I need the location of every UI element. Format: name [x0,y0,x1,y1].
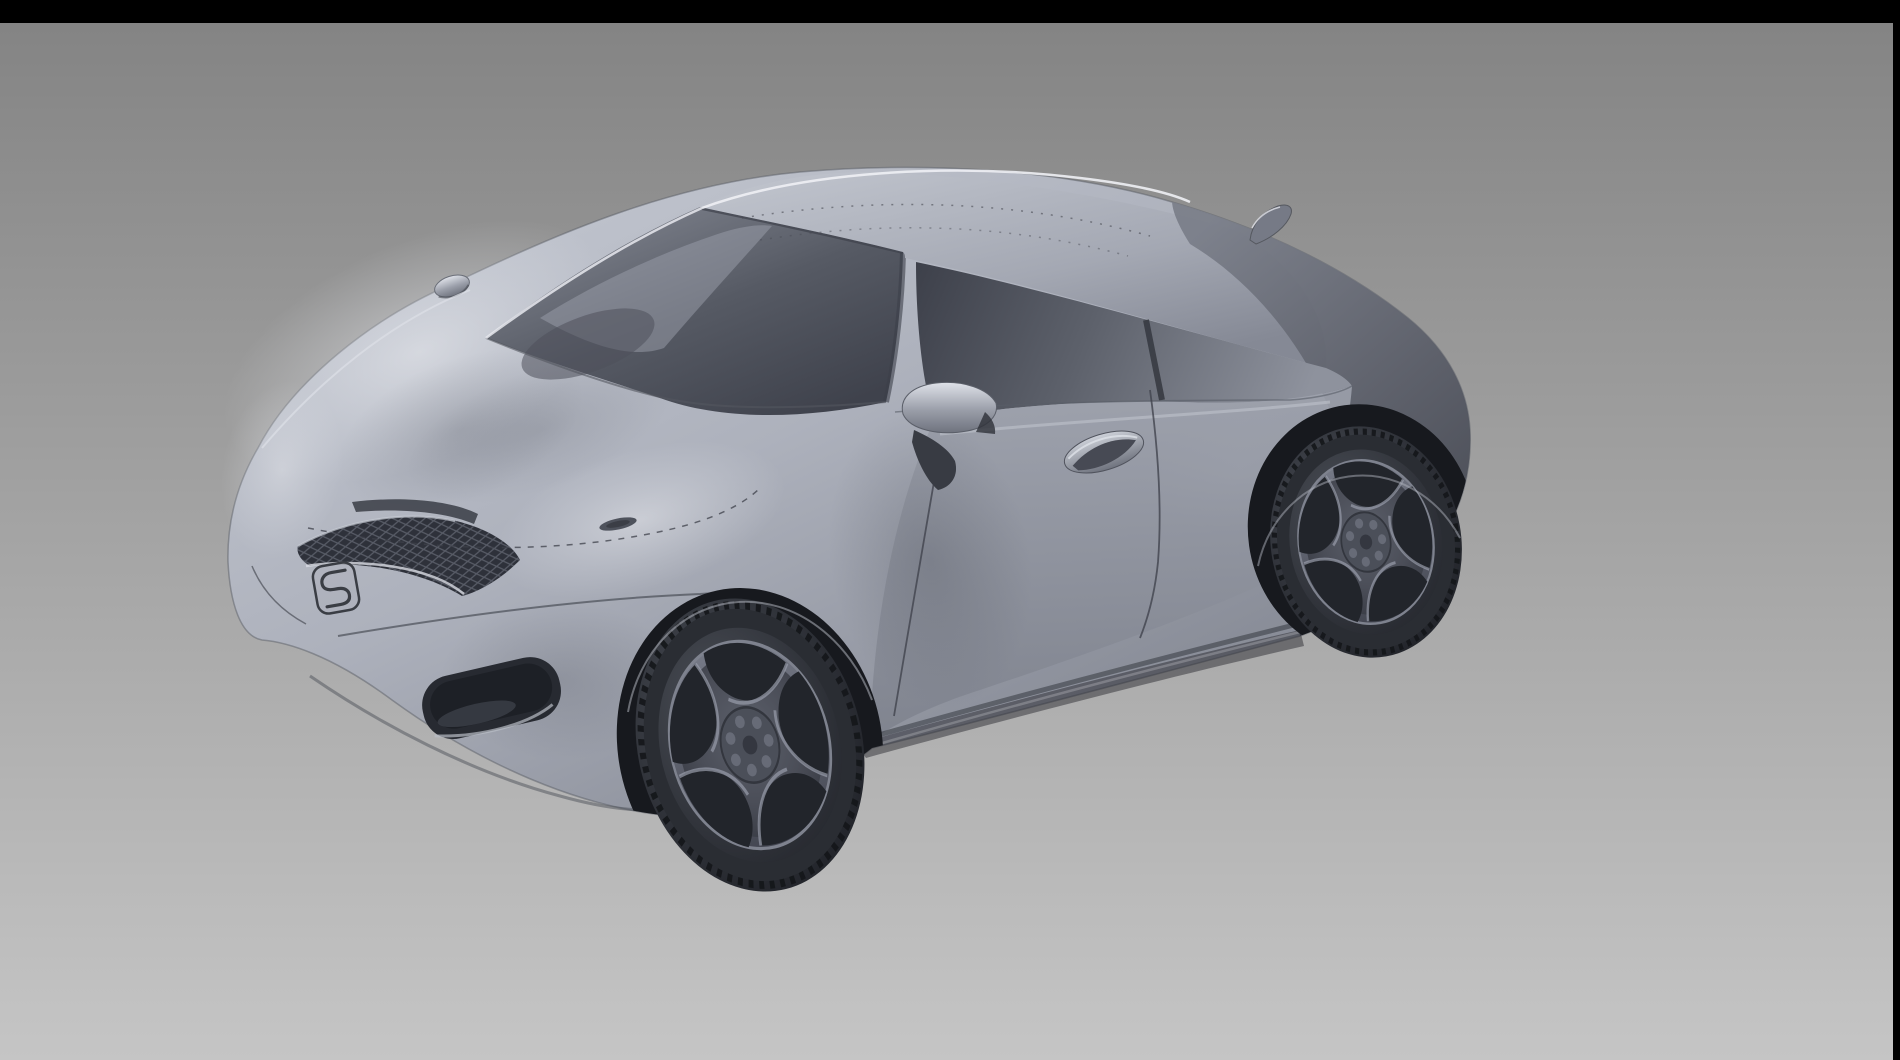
car-render [0,0,1900,1060]
seat-s-logo-icon [311,561,361,616]
concept-car [183,166,1492,927]
letterbox-right-bar [1893,0,1900,1060]
letterbox-top-bar [0,0,1900,23]
render-stage [0,0,1900,1060]
